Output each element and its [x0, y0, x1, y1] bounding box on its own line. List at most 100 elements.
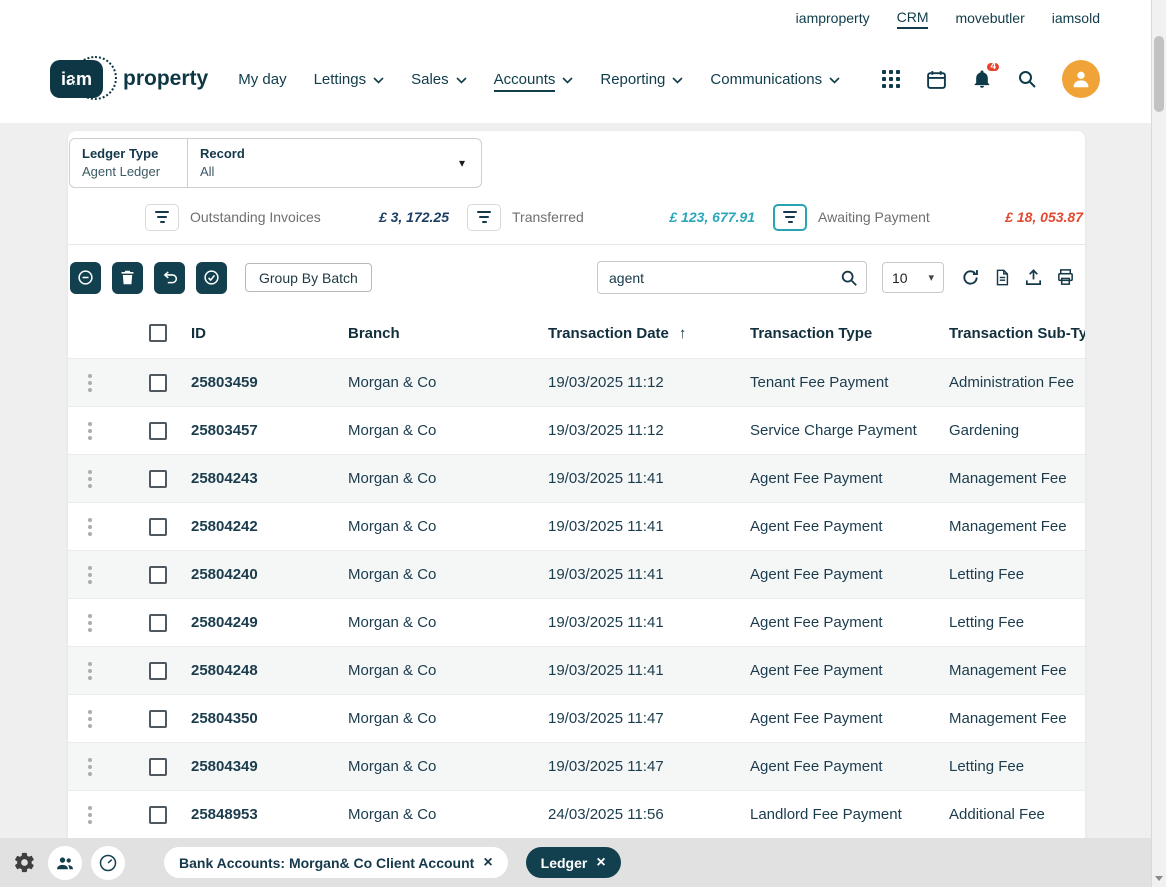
table-header-row: ID Branch Transaction Date ↑ Transaction… — [68, 308, 1085, 358]
row-checkbox[interactable] — [149, 757, 167, 776]
row-transaction-subtype: Additional Fee — [949, 806, 1045, 823]
calendar-icon[interactable] — [926, 69, 947, 90]
apps-grid-icon[interactable] — [881, 69, 901, 89]
row-kebab-icon[interactable] — [84, 658, 96, 684]
search-icon[interactable] — [840, 269, 858, 287]
nav-item-communications[interactable]: Communications — [710, 67, 840, 91]
nav-item-sales[interactable]: Sales — [411, 67, 467, 91]
row-checkbox[interactable] — [149, 469, 167, 488]
search-input[interactable] — [597, 261, 867, 294]
row-checkbox[interactable] — [149, 613, 167, 632]
transactions-table: ID Branch Transaction Date ↑ Transaction… — [68, 308, 1085, 838]
row-checkbox[interactable] — [149, 373, 167, 392]
check-circle-icon — [204, 270, 219, 285]
search-icon[interactable] — [1017, 69, 1037, 89]
row-id: 25848953 — [191, 806, 258, 823]
row-kebab-icon[interactable] — [84, 370, 96, 396]
row-transaction-date: 19/03/2025 11:41 — [548, 662, 664, 679]
scroll-down-arrow-icon[interactable] — [1155, 876, 1163, 881]
summary-amount: £ 18, 053.87 — [1005, 209, 1083, 225]
select-all-checkbox[interactable] — [149, 324, 167, 342]
document-icon[interactable] — [993, 268, 1011, 287]
close-icon[interactable]: × — [596, 854, 605, 871]
bottom-tab-ledger[interactable]: Ledger × — [525, 847, 621, 878]
top-bar: iamproperty CRM movebutler iamsold — [0, 0, 1166, 35]
top-link-crm[interactable]: CRM — [896, 6, 929, 29]
row-kebab-icon[interactable] — [84, 466, 96, 492]
table-row[interactable]: 25848953 Morgan & Co 24/03/2025 11:56 La… — [68, 790, 1085, 838]
undo-button[interactable] — [154, 261, 185, 294]
nav-item-lettings[interactable]: Lettings — [314, 67, 385, 91]
scrollbar-thumb[interactable] — [1154, 36, 1164, 112]
row-transaction-subtype: Administration Fee — [949, 374, 1075, 391]
table-row[interactable]: 25803459 Morgan & Co 19/03/2025 11:12 Te… — [68, 358, 1085, 406]
group-by-batch-button[interactable]: Group By Batch — [245, 263, 372, 292]
bottom-tab-label: Bank Accounts: Morgan& Co Client Account — [179, 854, 475, 871]
table-row[interactable]: 25804349 Morgan & Co 19/03/2025 11:47 Ag… — [68, 742, 1085, 790]
table-row[interactable]: 25804242 Morgan & Co 19/03/2025 11:41 Ag… — [68, 502, 1085, 550]
row-checkbox[interactable] — [149, 565, 167, 584]
column-header-branch[interactable]: Branch — [348, 325, 548, 342]
column-header-id[interactable]: ID — [180, 325, 348, 342]
column-header-transaction-date[interactable]: Transaction Date ↑ — [548, 325, 750, 342]
row-kebab-icon[interactable] — [84, 562, 96, 588]
ledger-filter-control[interactable]: Ledger Type Agent Ledger Record All ▾ — [69, 138, 482, 188]
bottom-tab-bank-accounts-morgan-co-client-account[interactable]: Bank Accounts: Morgan& Co Client Account… — [164, 847, 508, 878]
ledger-type-section[interactable]: Ledger Type Agent Ledger — [70, 139, 188, 187]
people-icon — [57, 856, 73, 869]
settings-gear-button[interactable] — [13, 851, 36, 874]
filter-button-transferred[interactable] — [467, 203, 501, 231]
row-kebab-icon[interactable] — [84, 706, 96, 732]
chevron-down-icon — [456, 77, 467, 84]
column-header-transaction-subtype[interactable]: Transaction Sub-Type — [949, 325, 1085, 342]
column-header-transaction-type[interactable]: Transaction Type — [750, 325, 949, 342]
row-transaction-type: Agent Fee Payment — [750, 662, 883, 679]
contacts-button[interactable] — [48, 845, 82, 880]
summary-awaiting-payment: Awaiting Payment £ 18, 053.87 — [773, 203, 1085, 231]
filter-button-outstanding-invoices[interactable] — [145, 203, 179, 231]
approve-button[interactable] — [196, 261, 227, 294]
delete-button[interactable] — [112, 261, 143, 294]
logo: iam property — [50, 56, 208, 100]
dashboard-button[interactable] — [91, 845, 125, 880]
top-link-iamsold[interactable]: iamsold — [1052, 7, 1100, 28]
row-checkbox[interactable] — [149, 805, 167, 824]
row-branch: Morgan & Co — [348, 710, 437, 727]
nav-item-my-day[interactable]: My day — [238, 67, 286, 91]
table-row[interactable]: 25804240 Morgan & Co 19/03/2025 11:41 Ag… — [68, 550, 1085, 598]
row-kebab-icon[interactable] — [84, 514, 96, 540]
minus-circle-button[interactable] — [70, 261, 101, 294]
upload-icon[interactable] — [1024, 268, 1043, 287]
refresh-icon[interactable] — [961, 268, 980, 287]
row-checkbox[interactable] — [149, 661, 167, 680]
record-section[interactable]: Record All ▾ — [188, 139, 481, 187]
table-row[interactable]: 25803457 Morgan & Co 19/03/2025 11:12 Se… — [68, 406, 1085, 454]
row-checkbox[interactable] — [149, 709, 167, 728]
notifications-bell-icon[interactable]: 4 — [972, 60, 1001, 90]
print-icon[interactable] — [1056, 268, 1075, 287]
table-row[interactable]: 25804350 Morgan & Co 19/03/2025 11:47 Ag… — [68, 694, 1085, 742]
table-row[interactable]: 25804243 Morgan & Co 19/03/2025 11:41 Ag… — [68, 454, 1085, 502]
table-row[interactable]: 25804248 Morgan & Co 19/03/2025 11:41 Ag… — [68, 646, 1085, 694]
row-kebab-icon[interactable] — [84, 754, 96, 780]
user-avatar[interactable] — [1062, 60, 1100, 98]
row-branch: Morgan & Co — [348, 806, 437, 823]
row-transaction-date: 19/03/2025 11:12 — [548, 374, 664, 391]
nav-item-accounts[interactable]: Accounts — [493, 67, 574, 92]
nav-item-reporting[interactable]: Reporting — [600, 67, 683, 91]
row-kebab-icon[interactable] — [84, 418, 96, 444]
row-kebab-icon[interactable] — [84, 802, 96, 828]
page-size-select[interactable]: 10 ▾ — [882, 262, 944, 293]
caret-down-icon: ▾ — [458, 156, 465, 170]
row-checkbox[interactable] — [149, 421, 167, 440]
row-kebab-icon[interactable] — [84, 610, 96, 636]
filter-button-awaiting-payment[interactable] — [773, 203, 807, 231]
close-icon[interactable]: × — [483, 854, 492, 871]
top-link-movebutler[interactable]: movebutler — [955, 7, 1024, 28]
row-checkbox[interactable] — [149, 517, 167, 536]
table-row[interactable]: 25804249 Morgan & Co 19/03/2025 11:41 Ag… — [68, 598, 1085, 646]
vertical-scrollbar[interactable] — [1151, 0, 1166, 887]
row-transaction-date: 19/03/2025 11:41 — [548, 470, 664, 487]
top-link-iamproperty[interactable]: iamproperty — [796, 7, 870, 28]
summary-row: Outstanding Invoices £ 3, 172.25 Transfe… — [145, 202, 1085, 232]
